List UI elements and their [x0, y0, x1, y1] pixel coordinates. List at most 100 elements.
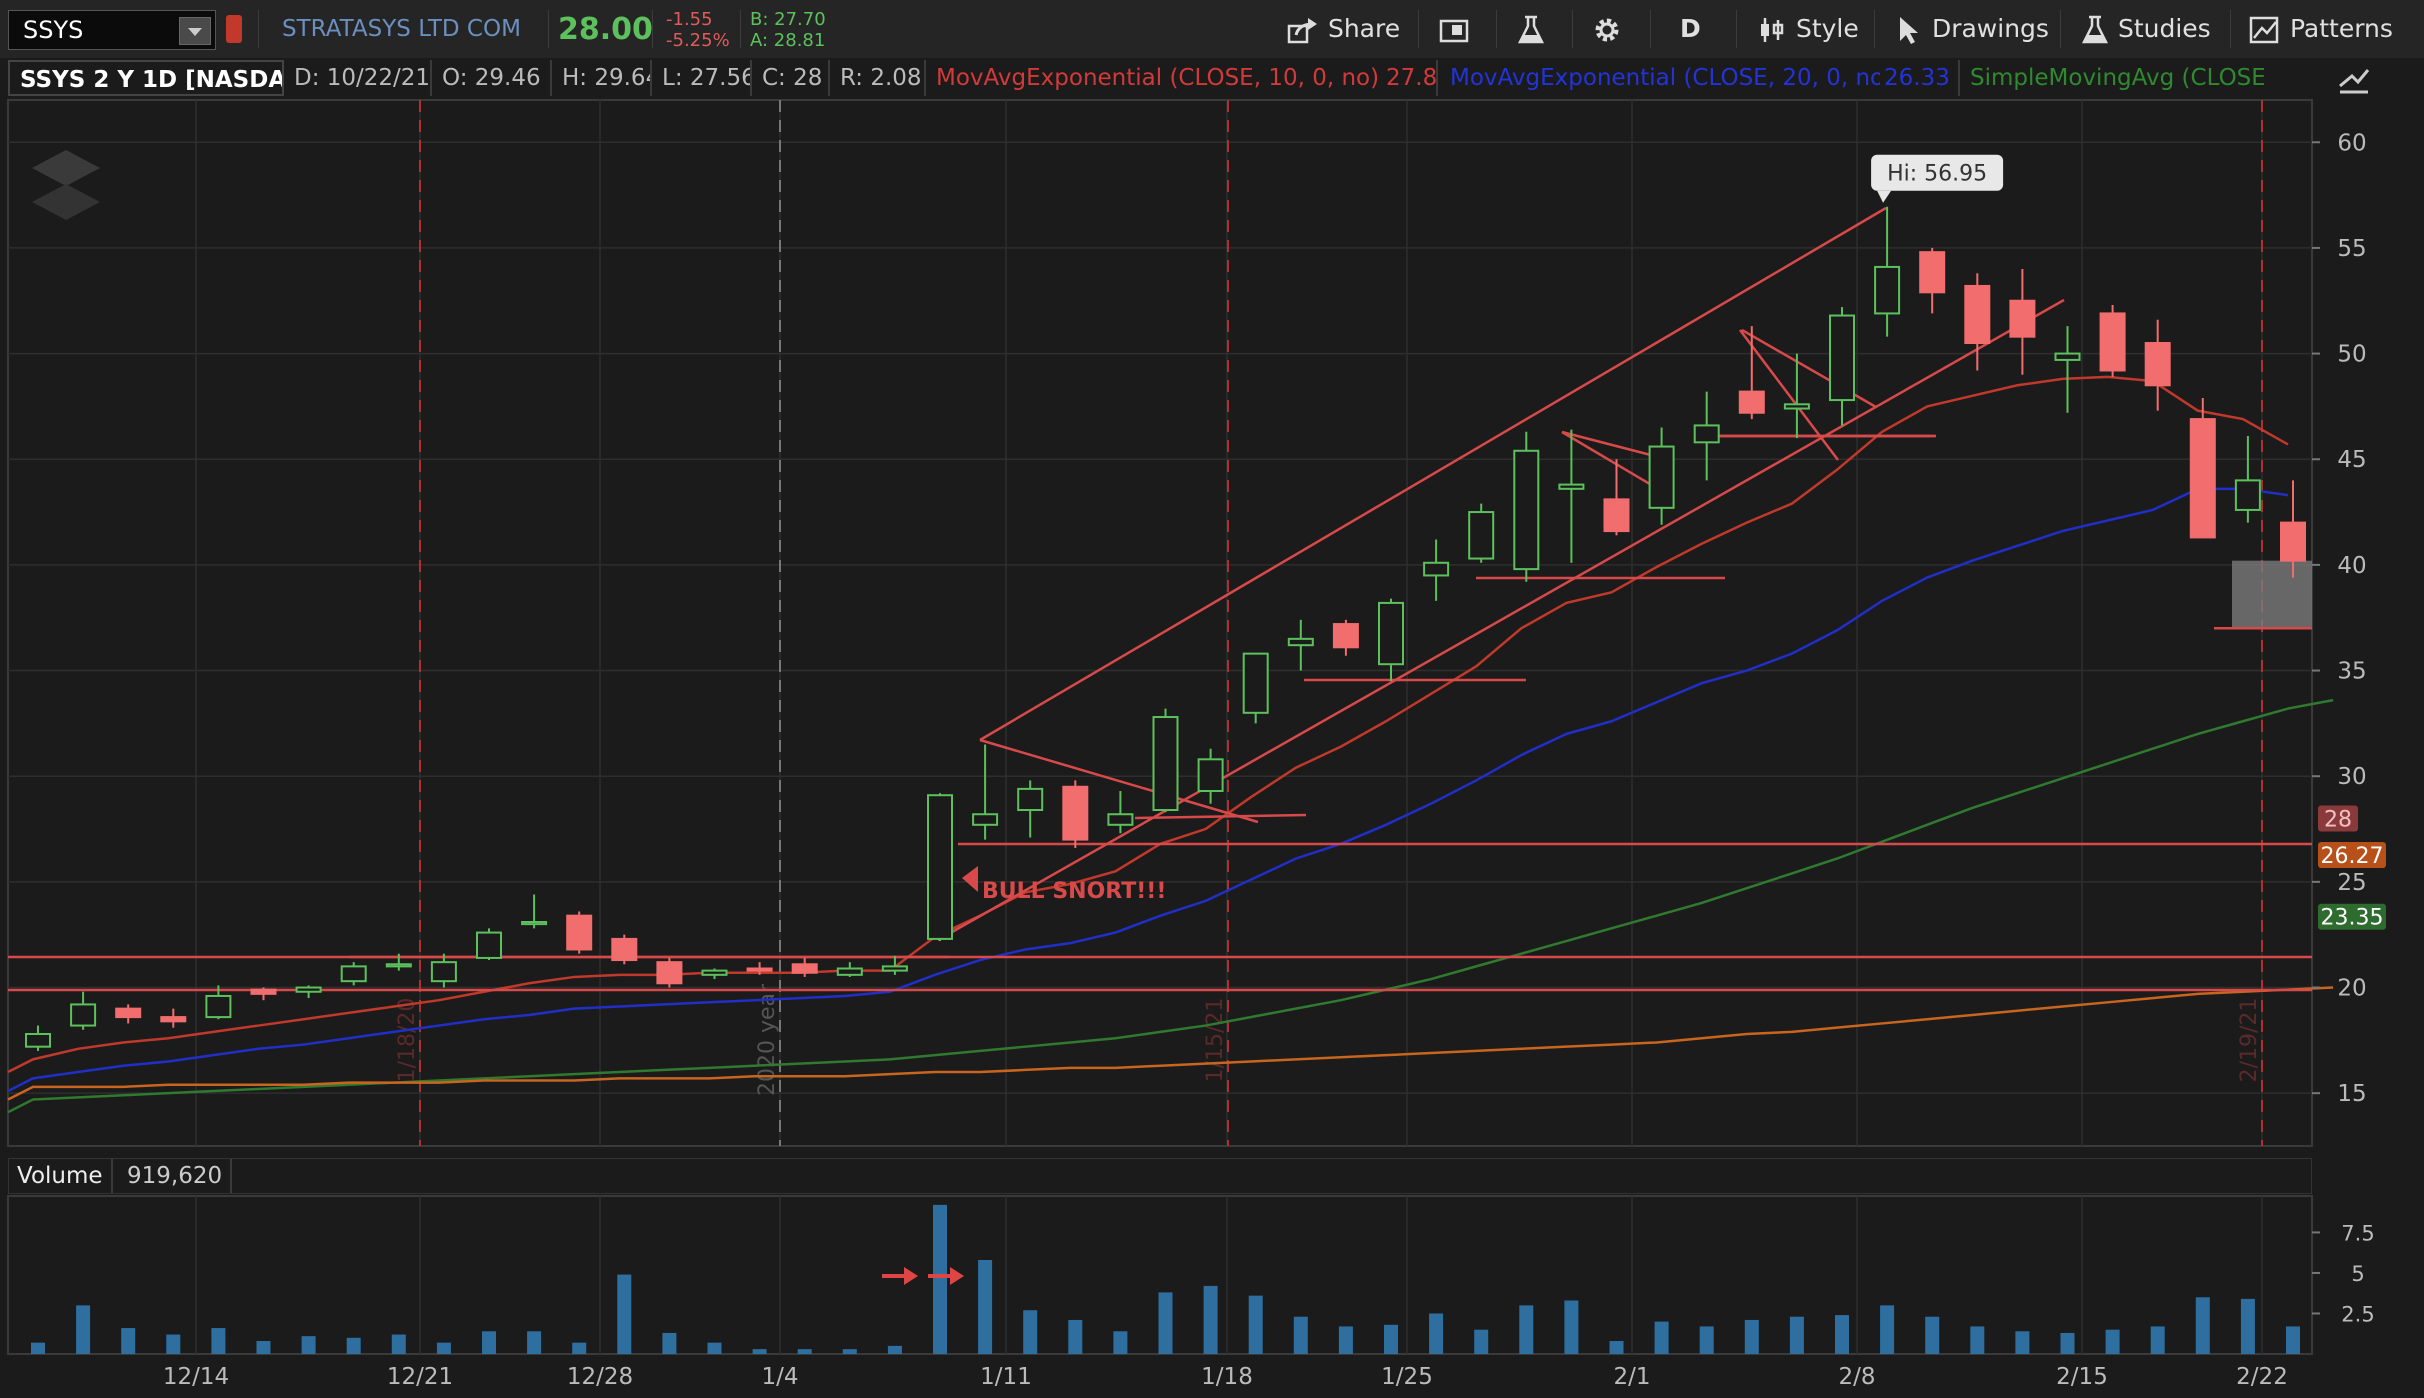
- chart-layout-button[interactable]: [1438, 0, 1472, 58]
- trend-line: [937, 298, 2065, 942]
- candle-up: [1378, 601, 1404, 666]
- annotations: Hi: 56.95 BULL SNORT!!!: [882, 154, 2004, 1285]
- volume-axis: 2.5 5 7.5: [2312, 1221, 2375, 1326]
- drawings: [8, 206, 2312, 992]
- trend-line: [1739, 329, 1839, 461]
- price-tick-label: 30: [2337, 764, 2366, 790]
- patterns-button[interactable]: Patterns: [2248, 0, 2393, 58]
- volume-label: Volume: [9, 1159, 113, 1193]
- price-tick-label: 15: [2337, 1081, 2366, 1107]
- volume-bar: [2060, 1332, 2075, 1354]
- trend-line: [1561, 430, 1671, 462]
- separator: [1572, 10, 1573, 48]
- bar-range: R: 2.08: [830, 60, 926, 96]
- separator: [2230, 10, 2231, 48]
- symbol-dropdown-button[interactable]: [179, 17, 211, 45]
- bar-date: D: 10/22/21: [284, 60, 432, 96]
- volume-bar: [2015, 1331, 2030, 1354]
- volume-bar: [1293, 1316, 1308, 1354]
- volume-bar: [1609, 1341, 1624, 1354]
- candle-down: [656, 961, 683, 985]
- ema20-study-label[interactable]: MovAvgExponential (CLOSE, 20, 0, no): [1440, 60, 1880, 96]
- price-labels: 28 26.27 23.35: [2318, 805, 2386, 931]
- volume-bar: [1248, 1295, 1263, 1354]
- candle-up: [1648, 445, 1675, 509]
- drawings-button[interactable]: Drawings: [1894, 0, 2049, 58]
- date-tick-label: 12/21: [387, 1364, 453, 1390]
- net-change-percent: -5.25%: [666, 30, 730, 51]
- price-tick-label: 40: [2337, 553, 2366, 579]
- projection-box: [2232, 560, 2312, 629]
- logo-icon: [32, 150, 100, 186]
- ema10-study-value: 27.8: [1382, 60, 1438, 96]
- candle-up: [836, 967, 863, 976]
- flask-button[interactable]: [1516, 0, 1546, 58]
- candle-up: [70, 1003, 97, 1027]
- studies-button[interactable]: Studies: [2080, 0, 2211, 58]
- period-button[interactable]: D: [1680, 0, 1701, 58]
- candle-up: [205, 994, 232, 1019]
- trend-line: [1561, 430, 1671, 498]
- flask-icon: [1517, 15, 1545, 44]
- toolbar: SSYS STRATASYS LTD COM 28.00 -1.55 -5.25…: [0, 0, 2424, 58]
- candle-up: [1783, 403, 1810, 410]
- volume-bar: [797, 1349, 812, 1354]
- volume-bar: [1023, 1310, 1038, 1354]
- hi-callout-pointer: [1877, 190, 1892, 203]
- separator: [1874, 10, 1875, 48]
- chart-expand-button[interactable]: [2322, 58, 2382, 102]
- candle-down: [1062, 785, 1089, 841]
- volume-bar: [662, 1332, 677, 1354]
- volume-bar: [887, 1345, 902, 1354]
- candle-up: [1558, 483, 1585, 490]
- volume-bar: [1068, 1319, 1083, 1354]
- volume-bar: [707, 1342, 722, 1354]
- logo-watermark: [32, 150, 100, 220]
- alert-flag-icon[interactable]: [226, 15, 242, 43]
- volume-header: Volume 919,620: [8, 1158, 2312, 1194]
- separator: [258, 10, 259, 48]
- candle-up: [972, 813, 999, 826]
- volume-bar: [1654, 1321, 1669, 1354]
- volume-bar: [166, 1334, 181, 1354]
- symbol-text: SSYS: [23, 16, 84, 44]
- candle-down: [1603, 498, 1630, 533]
- volume-bar: [1564, 1300, 1579, 1354]
- sma-study-label[interactable]: SimpleMovingAvg (CLOSE,...: [1960, 60, 2264, 96]
- volume-bar: [1789, 1316, 1804, 1354]
- candles: [25, 206, 2306, 1051]
- date-tick-label: 2/22: [2236, 1364, 2288, 1390]
- separator: [2060, 10, 2061, 48]
- volume-bar: [1474, 1329, 1489, 1354]
- candle-up: [25, 1033, 51, 1048]
- candle-up: [1513, 449, 1540, 571]
- share-button[interactable]: Share: [1286, 0, 1400, 58]
- volume-bar: [752, 1349, 767, 1354]
- vertical-marker-label: 1/18/20: [395, 998, 420, 1083]
- date-tick-label: 12/28: [567, 1364, 633, 1390]
- volume-bars: [31, 1204, 2300, 1354]
- symbol-input[interactable]: SSYS: [8, 10, 216, 50]
- price-label-box: [2318, 842, 2386, 869]
- cursor-arrow-icon: [1900, 17, 1918, 44]
- volume-bar: [31, 1342, 45, 1354]
- separator: [1496, 10, 1497, 48]
- ema10-study-label[interactable]: MovAvgExponential (CLOSE, 10, 0, no): [926, 60, 1382, 96]
- net-change: -1.55: [666, 9, 713, 30]
- candle-down: [1964, 284, 1991, 345]
- candles-icon: [1761, 18, 1784, 42]
- date-tick-label: 2/8: [1838, 1364, 1875, 1390]
- expand-chart-icon: [2339, 69, 2370, 94]
- style-button[interactable]: Style: [1756, 0, 1859, 58]
- hi-callout-box: [1871, 154, 2004, 191]
- candle-down: [2280, 521, 2306, 562]
- settings-button[interactable]: [1590, 0, 1624, 58]
- separator: [1736, 10, 1737, 48]
- volume-bar: [1429, 1313, 1444, 1354]
- volume-value: 919,620: [119, 1159, 233, 1193]
- candle-down: [160, 1016, 187, 1023]
- bull-note-text: BULL SNORT!!!: [982, 879, 1166, 904]
- separator: [1418, 10, 1419, 48]
- hi-callout-label: Hi: 56.95: [1887, 162, 1987, 187]
- candle-down: [2144, 342, 2171, 387]
